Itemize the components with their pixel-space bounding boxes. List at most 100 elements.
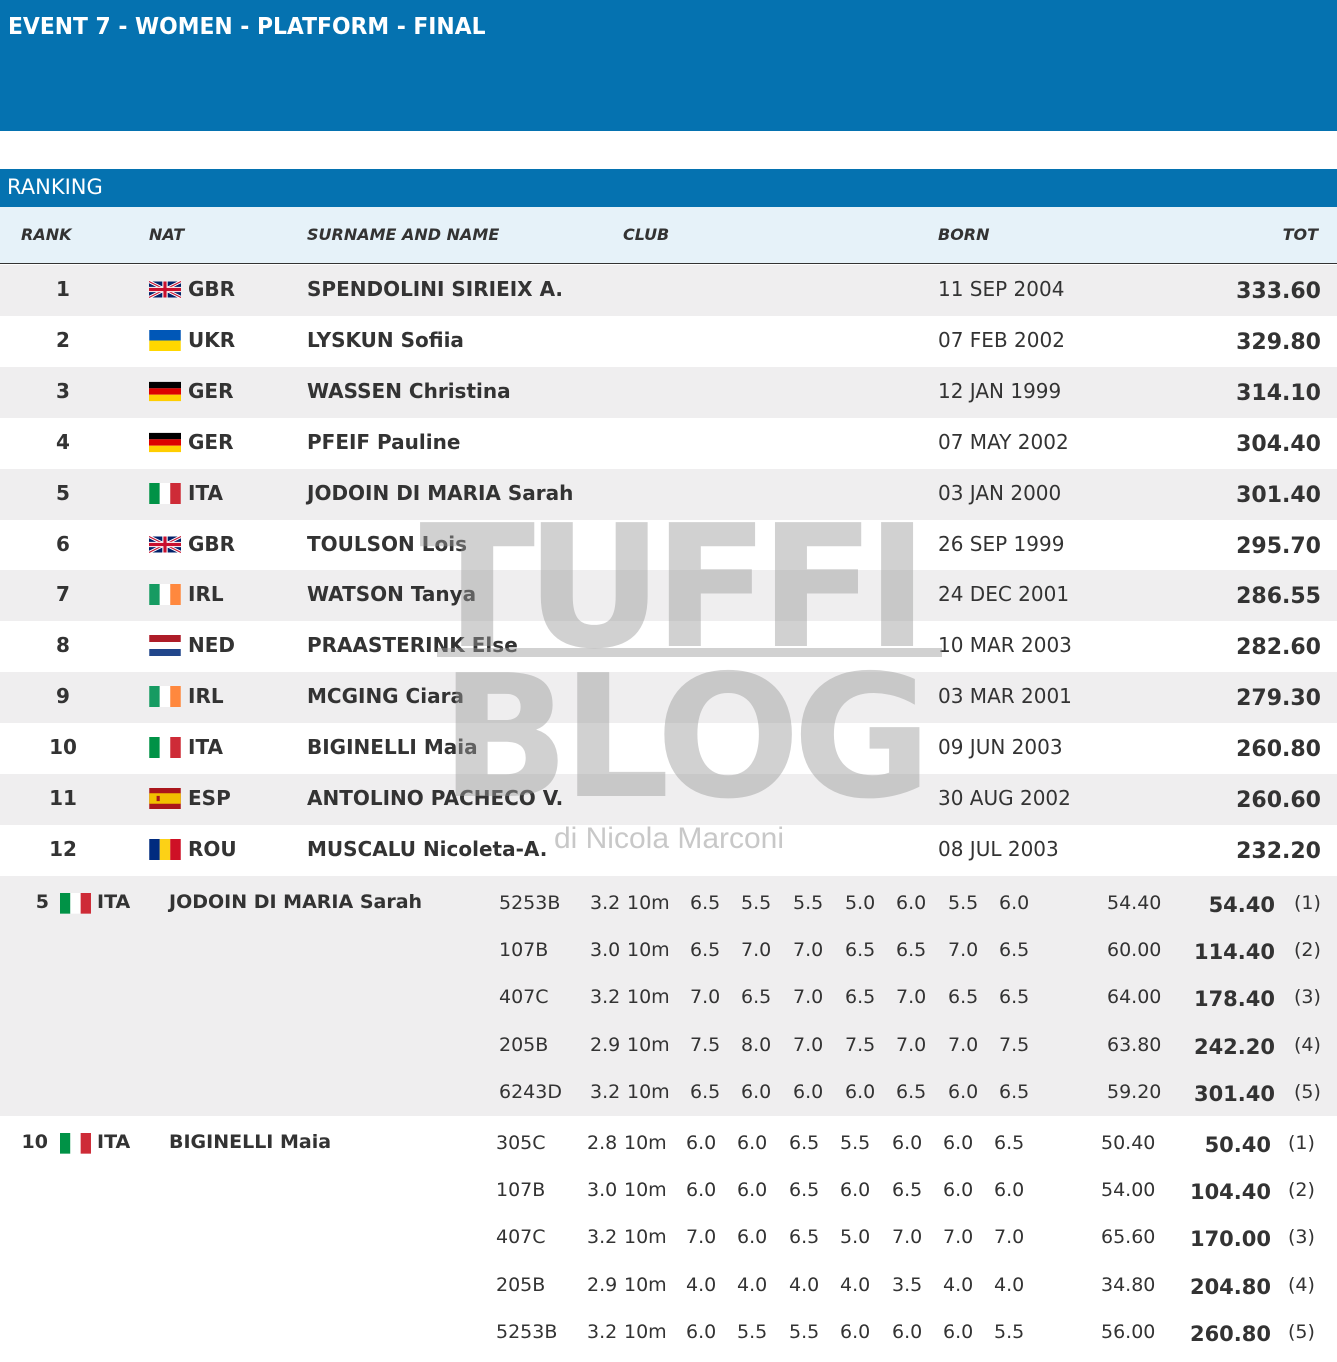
nat-cell: IRL <box>188 582 224 607</box>
round-number: (3) <box>1294 986 1321 1009</box>
round-number: (4) <box>1288 1273 1315 1296</box>
nat-cell: ROU <box>188 836 237 861</box>
round-number: (3) <box>1288 1226 1315 1249</box>
athlete-name: MUSCALU Nicoleta-A. <box>307 836 548 861</box>
rank-cell: 10 <box>49 735 77 760</box>
round-number: (4) <box>1294 1033 1321 1056</box>
rank-cell: 7 <box>56 582 70 607</box>
cumulative-score: 114.40 <box>1193 940 1275 965</box>
ranking-row: 3 GER WASSEN Christina 12 JAN 1999 314.10 <box>0 366 1337 418</box>
cumulative-score: 50.40 <box>1204 1133 1271 1157</box>
cumulative-score: 170.00 <box>1189 1227 1271 1252</box>
total-score: 304.40 <box>1236 431 1321 457</box>
judge-score: 6.5 <box>741 986 772 1009</box>
degree-of-difficulty: 2.8 <box>587 1132 618 1154</box>
judge-score: 4.0 <box>686 1273 717 1296</box>
judge-score: 6.0 <box>943 1320 974 1343</box>
judge-score: 6.0 <box>793 1080 824 1103</box>
flag-rou-icon <box>149 838 181 860</box>
ranking-title: RANKING <box>7 175 103 199</box>
judge-score: 5.5 <box>840 1132 871 1154</box>
flag-irl-icon <box>149 686 181 708</box>
cumulative-score: 301.40 <box>1193 1081 1275 1106</box>
nat-cell: IRL <box>188 684 224 709</box>
flag-ned-icon <box>149 635 181 657</box>
rank-cell: 1 <box>56 277 70 301</box>
judge-score: 7.0 <box>793 1033 824 1056</box>
judge-score: 6.5 <box>999 986 1030 1009</box>
rank-cell: 11 <box>49 786 77 810</box>
ranking-row: 2 UKR LYSKUN Sofiia 07 FEB 2002 329.80 <box>0 316 1337 367</box>
judge-score: 6.5 <box>994 1132 1025 1154</box>
round-number: (5) <box>1294 1080 1321 1103</box>
dive-row: 5253B 3.2 10m 6.5 5.5 5.5 5.0 6.0 5.5 6.0 54.40 54.… <box>0 886 1337 933</box>
athlete-name: BIGINELLI Maia <box>307 735 478 760</box>
cumulative-score: 242.20 <box>1193 1034 1275 1059</box>
dive-code: 407C <box>499 986 549 1009</box>
dive-points: 64.00 <box>1107 986 1162 1009</box>
judge-score: 6.5 <box>845 986 876 1009</box>
dive-points: 65.60 <box>1101 1226 1156 1249</box>
dive-points: 59.20 <box>1107 1080 1162 1103</box>
dive-code: 5253B <box>496 1320 558 1343</box>
judge-score: 5.5 <box>789 1320 820 1343</box>
nat-cell: GER <box>188 378 234 403</box>
round-number: (2) <box>1288 1179 1315 1202</box>
flag-ita-icon <box>149 737 181 759</box>
judge-score: 7.5 <box>690 1033 721 1056</box>
degree-of-difficulty: 3.0 <box>590 939 621 962</box>
col-name-header: SURNAME AND NAME <box>307 225 500 244</box>
total-score: 329.80 <box>1236 329 1321 355</box>
judge-score: 6.5 <box>948 986 979 1009</box>
athlete-name: SPENDOLINI SIRIEIX A. <box>307 277 564 301</box>
total-score: 301.40 <box>1236 482 1321 508</box>
nat-cell: ITA <box>188 480 224 505</box>
total-score: 282.60 <box>1236 635 1321 661</box>
ranking-row: 4 GER PFEIF Pauline 07 MAY 2002 304.40 <box>0 418 1337 469</box>
judge-score: 6.5 <box>789 1179 820 1202</box>
born-cell: 03 MAR 2001 <box>938 684 1072 709</box>
dive-height: 10m <box>627 1033 670 1056</box>
judge-score: 7.0 <box>690 986 721 1009</box>
judge-score: 7.0 <box>892 1226 923 1249</box>
judge-score: 6.5 <box>690 892 721 914</box>
judge-score: 5.5 <box>994 1320 1025 1343</box>
rank-cell: 8 <box>56 633 70 658</box>
judge-score: 5.0 <box>845 892 876 914</box>
judge-score: 7.5 <box>999 1033 1030 1056</box>
judge-score: 6.5 <box>892 1179 923 1202</box>
total-score: 286.55 <box>1236 584 1321 610</box>
judge-score: 6.0 <box>892 1320 923 1343</box>
nat-cell: GBR <box>188 531 236 556</box>
ranking-row: 12 ROU MUSCALU Nicoleta-A. 08 JUL 2003 232.2… <box>0 825 1337 876</box>
rank-cell: 4 <box>56 429 70 454</box>
flag-ger-icon <box>149 432 181 453</box>
ranking-row: 1 GBR SPENDOLINI SIRIEIX A. 11 SEP 2004 333.… <box>0 265 1337 316</box>
total-score: 260.60 <box>1236 788 1321 813</box>
judge-score: 4.0 <box>943 1273 974 1296</box>
dive-code: 205B <box>499 1033 549 1056</box>
judge-score: 7.0 <box>896 986 927 1009</box>
judge-score: 6.0 <box>737 1132 768 1154</box>
judge-score: 3.5 <box>892 1273 923 1296</box>
rank-cell: 12 <box>49 836 77 861</box>
col-nat-header: NAT <box>149 225 185 244</box>
degree-of-difficulty: 2.9 <box>587 1273 618 1296</box>
round-number: (1) <box>1288 1132 1315 1154</box>
athlete-name: ANTOLINO PACHECO V. <box>307 786 564 810</box>
round-number: (1) <box>1294 892 1321 914</box>
ranking-row: 9 IRL MCGING Ciara 03 MAR 2001 279.30 <box>0 672 1337 724</box>
judge-score: 7.0 <box>793 986 824 1009</box>
ranking-row: 6 GBR TOULSON Lois 26 SEP 1999 295.70 <box>0 520 1337 571</box>
dive-row: 305C 2.8 10m 6.0 6.0 6.5 5.5 6.0 6.0 6.5 50.40 50.4… <box>0 1126 1337 1173</box>
rank-cell: 5 <box>56 480 70 505</box>
judge-score: 4.0 <box>737 1273 768 1296</box>
dive-row: 407C 3.2 10m 7.0 6.5 7.0 6.5 7.0 6.5 6.5 64.00 178.… <box>0 980 1337 1027</box>
dive-points: 54.40 <box>1107 892 1162 914</box>
dive-height: 10m <box>627 939 670 962</box>
nat-cell: ESP <box>188 786 231 810</box>
dive-points: 63.80 <box>1107 1033 1162 1056</box>
judge-score: 8.0 <box>741 1033 772 1056</box>
judge-score: 6.0 <box>943 1132 974 1154</box>
dive-code: 5253B <box>499 892 561 914</box>
